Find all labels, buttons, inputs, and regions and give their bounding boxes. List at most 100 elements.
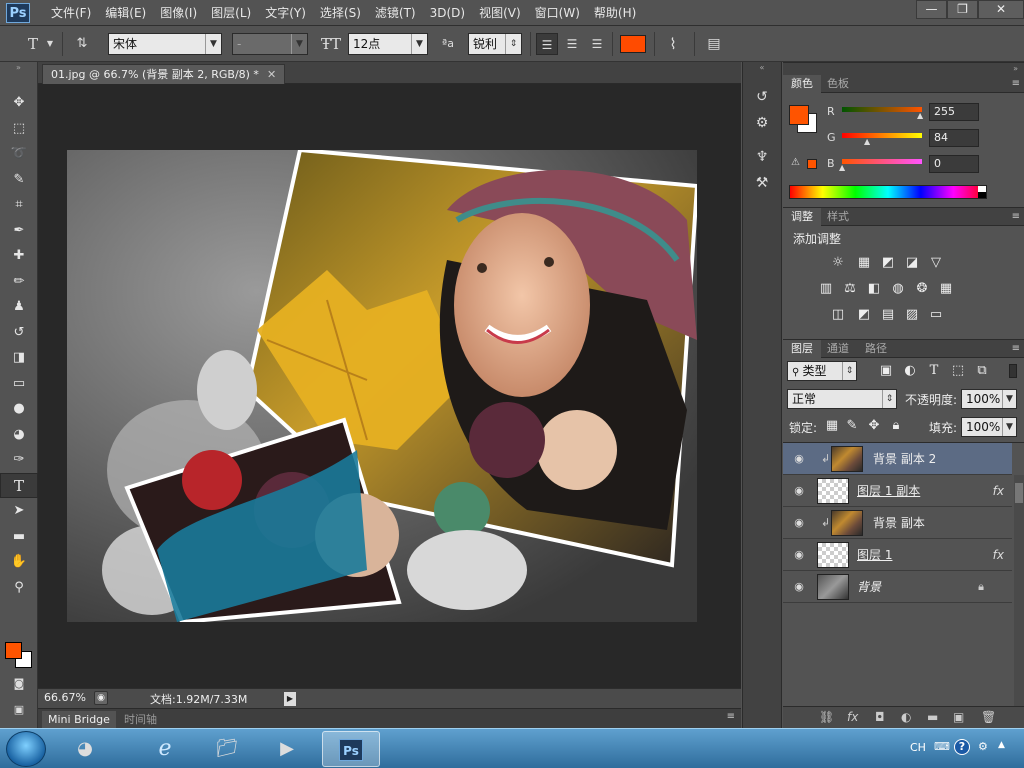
canvas-area[interactable] <box>38 84 741 688</box>
channel-b-input[interactable]: 0 <box>929 155 979 173</box>
eye-icon[interactable]: ◉ <box>791 484 807 498</box>
restore-button[interactable]: ❐ <box>947 0 978 19</box>
layer-row[interactable]: ◉ 背景 🔒︎ <box>783 571 1012 603</box>
healing-brush-tool-icon[interactable]: ✚ <box>0 243 38 269</box>
layer-fx-badge[interactable]: fx <box>993 539 1004 571</box>
hue-saturation-icon[interactable]: ▥ <box>817 280 835 298</box>
quick-select-tool-icon[interactable]: ✎ <box>0 167 38 193</box>
blend-mode-dropdown[interactable]: 正常 ⇕ <box>787 389 897 409</box>
lock-all-icon[interactable]: 🔒︎ <box>887 417 905 435</box>
properties-icon[interactable]: ⚙ <box>743 110 781 136</box>
panel-menu-icon[interactable]: ≡ <box>1012 208 1020 226</box>
tab-channels[interactable]: 通道 <box>819 340 857 358</box>
color-lookup-icon[interactable]: ▦ <box>937 280 955 298</box>
layer-name[interactable]: 背景 副本 <box>873 507 925 539</box>
strip-collapse-icon[interactable]: « <box>743 62 781 74</box>
layer-name[interactable]: 图层 1 副本 <box>857 475 920 507</box>
tab-timeline[interactable]: 时间轴 <box>118 711 163 729</box>
quick-mask-icon[interactable]: ◙ <box>0 672 38 696</box>
tab-swatches[interactable]: 色板 <box>819 75 857 93</box>
layers-scrollbar[interactable] <box>1014 475 1024 707</box>
foreground-color-swatch[interactable] <box>5 642 22 659</box>
color-spectrum-bar[interactable] <box>789 185 987 199</box>
marquee-tool-icon[interactable]: ⬚ <box>0 116 38 142</box>
layer-row[interactable]: ◉ ↲ 背景 副本 <box>783 507 1012 539</box>
layer-row[interactable]: ◉ 图层 1 副本 fx <box>783 475 1012 507</box>
eye-icon[interactable]: ◉ <box>791 580 807 594</box>
document-tab[interactable]: 01.jpg @ 66.7% (背景 副本 2, RGB/8) * ✕ <box>42 64 286 84</box>
slider-r-handle-icon[interactable]: ▲ <box>917 111 923 120</box>
antialias-dropdown[interactable]: 锐利 ⇕ <box>468 33 522 55</box>
new-group-icon[interactable]: ▬ <box>927 710 938 724</box>
status-info-icon[interactable]: ◉ <box>94 691 108 705</box>
menu-window[interactable]: 窗口(W) <box>528 0 587 26</box>
gradient-tool-icon[interactable]: ▭ <box>0 371 38 397</box>
toolbox-collapse-icon[interactable]: » <box>0 62 37 74</box>
close-button[interactable]: ✕ <box>978 0 1024 19</box>
curves-icon[interactable]: ◩ <box>879 254 897 272</box>
menu-edit[interactable]: 编辑(E) <box>98 0 153 26</box>
filter-adjustment-icon[interactable]: ◐ <box>901 362 919 380</box>
type-tool-icon[interactable]: T <box>0 472 38 498</box>
menu-file[interactable]: 文件(F) <box>44 0 98 26</box>
crop-tool-icon[interactable]: ⌗ <box>0 192 38 218</box>
text-color-swatch[interactable] <box>620 35 646 53</box>
channel-r-input[interactable]: 255 <box>929 103 979 121</box>
help-icon[interactable]: ? <box>954 739 970 755</box>
gamut-color-chip[interactable] <box>807 159 817 169</box>
dodge-tool-icon[interactable]: ◕ <box>0 422 38 448</box>
slider-r-track[interactable] <box>842 107 922 112</box>
keyboard-icon[interactable]: ⌨ <box>934 740 950 753</box>
add-mask-icon[interactable]: ◘ <box>875 710 885 724</box>
align-center-icon[interactable]: ☰ <box>561 33 583 55</box>
delete-layer-icon[interactable]: 🗑︎ <box>981 710 996 724</box>
levels-icon[interactable]: ▦ <box>855 254 873 272</box>
minimize-button[interactable]: — <box>916 0 947 19</box>
screen-mode-icon[interactable]: ▣ <box>0 698 38 722</box>
threshold-icon[interactable]: ▤ <box>879 306 897 324</box>
eye-icon[interactable]: ◉ <box>791 452 807 466</box>
opacity-input[interactable]: 100% ▼ <box>961 389 1017 409</box>
status-menu-arrow-icon[interactable]: ▶ <box>284 692 296 706</box>
menu-image[interactable]: 图像(I) <box>153 0 204 26</box>
panel-menu-icon[interactable]: ≡ <box>1012 340 1020 358</box>
layer-row[interactable]: ◉ 图层 1 fx <box>783 539 1012 571</box>
taskbar-photoshop[interactable]: Ps <box>322 731 380 767</box>
eye-icon[interactable]: ◉ <box>791 548 807 562</box>
move-tool-icon[interactable]: ✥ <box>0 90 38 116</box>
text-tool-icon[interactable]: T <box>20 33 46 55</box>
vibrance-icon[interactable]: ▽ <box>927 254 945 272</box>
close-tab-icon[interactable]: ✕ <box>267 68 276 81</box>
explorer-icon[interactable]: 📁︎ <box>198 731 256 767</box>
zoom-level[interactable]: 66.67% <box>44 691 86 704</box>
start-button[interactable] <box>6 731 46 767</box>
character-panel-icon[interactable]: ▤ <box>702 33 726 55</box>
align-left-icon[interactable]: ☰ <box>536 33 558 55</box>
tab-adjustments[interactable]: 调整 <box>783 208 821 226</box>
layer-name[interactable]: 背景 <box>857 571 881 603</box>
filter-smart-object-icon[interactable]: ⧉ <box>973 362 991 380</box>
panel-collapse-icon[interactable]: » <box>783 63 1024 75</box>
hand-tool-icon[interactable]: ✋ <box>0 549 38 575</box>
layer-name[interactable]: 背景 副本 2 <box>873 443 936 475</box>
language-indicator[interactable]: CH <box>910 741 926 754</box>
slider-g-handle-icon[interactable]: ▲ <box>864 137 870 146</box>
layer-filter-dropdown[interactable]: ⚲ 类型 ⇕ <box>787 361 857 381</box>
layer-name[interactable]: 图层 1 <box>857 539 892 571</box>
path-select-tool-icon[interactable]: ➤ <box>0 498 38 524</box>
menu-layer[interactable]: 图层(L) <box>204 0 258 26</box>
slider-b-handle-icon[interactable]: ▲ <box>839 163 845 172</box>
ie-icon[interactable]: e <box>136 731 194 767</box>
filter-pixel-icon[interactable]: ▣ <box>877 362 895 380</box>
filter-toggle[interactable] <box>1009 364 1017 378</box>
eyedropper-tool-icon[interactable]: ✒ <box>0 218 38 244</box>
menu-help[interactable]: 帮助(H) <box>587 0 643 26</box>
document-image[interactable] <box>67 150 697 622</box>
tab-mini-bridge[interactable]: Mini Bridge <box>42 711 116 729</box>
toggle-orientation-icon[interactable]: ⇅ <box>70 33 94 55</box>
tool-presets-icon[interactable]: ⚒ <box>743 170 781 196</box>
media-player-icon[interactable]: ▶ <box>258 731 316 767</box>
slider-g-track[interactable] <box>842 133 922 138</box>
brightness-icon[interactable]: ☼ <box>829 254 847 272</box>
warp-text-icon[interactable]: ⌇ <box>662 33 684 55</box>
